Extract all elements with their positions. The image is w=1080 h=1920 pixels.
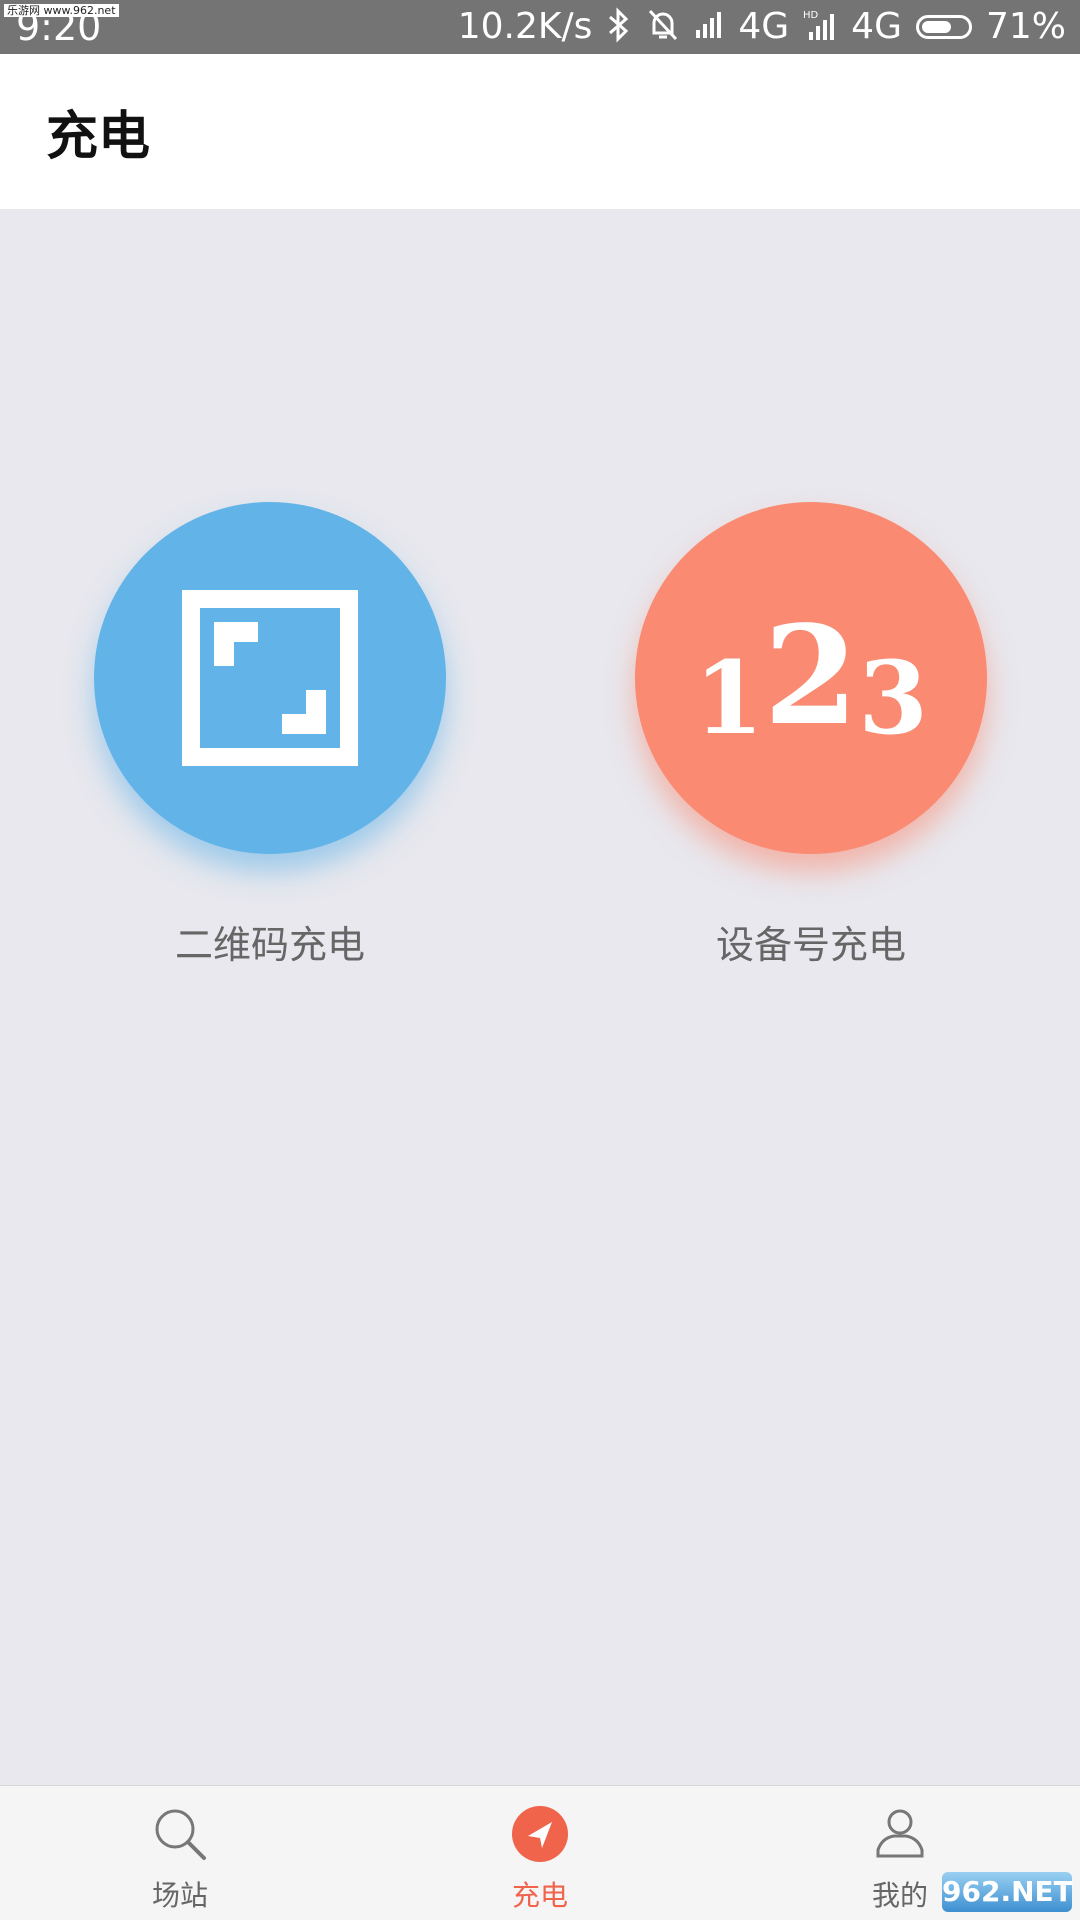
device-charge-action[interactable]: 1 2 3 设备号充电 xyxy=(635,502,987,970)
battery-percent: 71% xyxy=(985,6,1066,47)
charge-page: 9:20 乐游网 www.962.net 10.2K/s 4G HD 4G 71… xyxy=(0,0,1080,1920)
scan-icon xyxy=(182,590,358,766)
page-title: 充电 xyxy=(46,107,151,167)
navigation-arrow-icon xyxy=(512,1806,568,1862)
app-header: 充电 xyxy=(0,54,1080,209)
battery-icon xyxy=(915,15,972,39)
watermark-logo: 962.NET xyxy=(942,1872,1073,1912)
status-right: 10.2K/s 4G HD 4G 71% xyxy=(458,0,1066,54)
nav-label-station: 场站 xyxy=(151,1879,208,1912)
user-icon xyxy=(876,1809,924,1858)
bluetooth-icon xyxy=(606,7,632,47)
bottom-nav: 场站 充电 我的 962.NET xyxy=(0,1785,1080,1920)
device-charge-label: 设备号充电 xyxy=(715,923,906,967)
sim2-network: 4G xyxy=(851,6,902,47)
net-speed: 10.2K/s xyxy=(457,6,593,47)
device-charge-button[interactable]: 1 2 3 xyxy=(635,502,987,854)
number-123-icon: 1 2 3 xyxy=(694,608,928,748)
watermark-text: 乐游网 www.962.net xyxy=(4,4,119,17)
nav-item-charge[interactable]: 充电 xyxy=(440,1786,640,1920)
qr-charge-label: 二维码充电 xyxy=(174,923,365,967)
digit-three: 3 xyxy=(858,639,928,757)
signal-icon xyxy=(694,10,724,44)
alarm-off-icon xyxy=(646,7,680,47)
nav-label-charge: 充电 xyxy=(511,1879,568,1912)
qr-charge-button[interactable] xyxy=(94,502,446,854)
digit-one: 1 xyxy=(694,639,764,757)
battery-fill xyxy=(921,21,952,33)
sim1-network: 4G xyxy=(738,6,790,47)
hd-signal-icon: HD xyxy=(803,8,837,46)
qr-charge-action[interactable]: 二维码充电 xyxy=(94,502,446,970)
svg-text:HD: HD xyxy=(803,10,819,21)
status-bar: 9:20 乐游网 www.962.net 10.2K/s 4G HD 4G 71… xyxy=(0,0,1080,54)
digit-two: 2 xyxy=(763,596,859,756)
search-icon xyxy=(155,1809,206,1860)
nav-item-station[interactable]: 场站 xyxy=(80,1786,280,1920)
